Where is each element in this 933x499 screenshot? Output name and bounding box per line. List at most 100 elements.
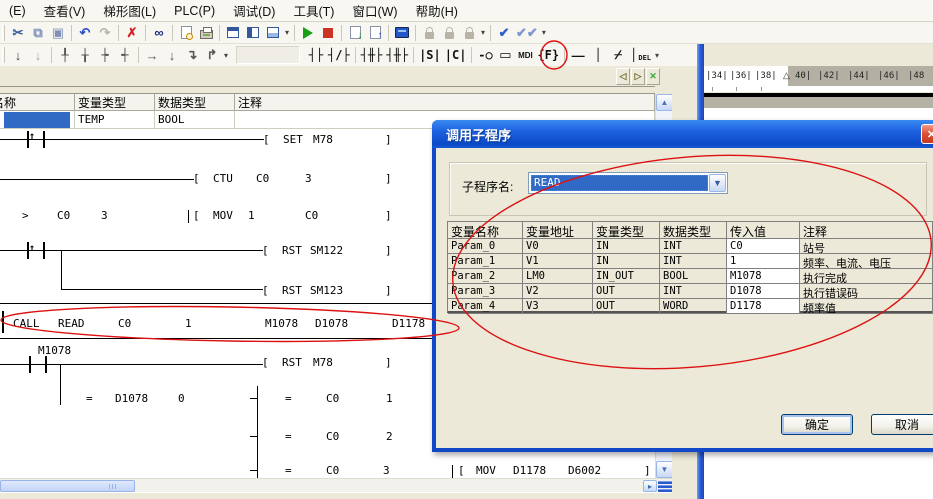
lock-icon[interactable] [419,23,439,43]
parameter-value-input[interactable]: D1078 [727,284,800,299]
box-instruction-icon[interactable]: ▭ [495,45,515,65]
variable-table-cell[interactable] [0,111,75,129]
parameter-value-input[interactable]: C0 [727,239,800,254]
subroutine-name-combobox[interactable]: READ ▼ [528,172,728,194]
parameter-table-cell: 执行完成 [800,269,933,284]
contact-rising-icon[interactable]: ┤╫├ [359,45,385,65]
cut-icon[interactable]: ✂ [8,23,28,43]
find-icon[interactable]: ∞ [149,23,169,43]
ladder-wire [60,364,61,405]
parameter-value-input[interactable]: M1078 [727,269,800,284]
compile-check-icon[interactable]: ✔ [494,23,514,43]
unlock-icon[interactable] [439,23,459,43]
menu-item[interactable]: 工具(T) [284,0,343,22]
parameter-table-cell: 执行错误码 [800,284,933,299]
menu-item[interactable]: 梯形图(L) [94,0,165,22]
delete-line-icon[interactable]: ⌿ [608,45,628,65]
wire-down-right-icon[interactable]: ↴ [182,45,202,65]
lock-partial-icon [465,32,474,39]
ok-button[interactable]: 确定 [781,414,853,435]
junction-up-icon[interactable]: ╀ [55,45,75,65]
monitor-icon[interactable] [392,23,412,43]
ladder-text: 2 [386,430,393,443]
editor-horizontal-scrollbar[interactable]: ▸ [0,478,672,492]
parameter-table-cell: INT [660,239,727,254]
horizontal-scroll-thumb[interactable] [0,480,135,492]
contact-falling-icon[interactable]: ┤╫├ [384,45,410,65]
toolbar-separator [564,47,565,63]
close-pane-button[interactable]: ✕ [646,68,660,85]
menu-item[interactable]: 帮助(H) [407,0,467,22]
variable-table-top-band [0,86,655,94]
view-panel-caret[interactable]: ▾ [283,28,291,37]
plc-programming-app: (E)查看(V)梯形图(L)PLC(P)调试(D)工具(T)窗口(W)帮助(H)… [0,0,933,499]
undo-icon[interactable]: ↶ [75,23,95,43]
copy-icon[interactable]: ⧉ [28,23,48,43]
download-icon[interactable]: ↓ [345,23,365,43]
scroll-right-button[interactable]: ▸ [643,480,657,492]
variable-table-header: 数据类型 [155,94,235,111]
delete-vline-icon[interactable]: │DEL [628,45,653,65]
insert-row-down-icon[interactable]: ↓ [8,45,28,65]
view-panel-left-icon[interactable] [243,23,263,43]
stop-icon[interactable] [318,23,338,43]
menu-item[interactable]: PLC(P) [165,2,224,20]
next-network-button[interactable]: ▷ [631,68,645,85]
set-coil-icon[interactable]: |S| [417,45,443,65]
junction-right-icon[interactable]: ┾ [95,45,115,65]
dialog-title-bar[interactable]: 调用子程序 [432,120,933,148]
ladder-wire [61,250,62,290]
wire-right-icon[interactable]: → [142,45,162,65]
combobox-dropdown-button[interactable]: ▼ [709,174,726,192]
f-key-icon[interactable]: {F} [535,45,561,65]
contact-no-icon[interactable]: ┤├ [306,45,326,65]
upload-icon[interactable]: ↑ [365,23,385,43]
menu-item[interactable]: 窗口(W) [343,0,406,22]
variable-table-cell[interactable]: BOOL [155,111,235,129]
lock-caret[interactable]: ▾ [479,28,487,37]
menu-item[interactable]: 查看(V) [35,0,95,22]
parameter-value-input[interactable]: 1 [727,254,800,269]
print-preview-icon[interactable] [176,23,196,43]
print-icon[interactable] [196,23,216,43]
trend-time-ruler[interactable]: |34||36||38|40||42||44||46||48△ [704,66,933,86]
menu-item[interactable]: (E) [0,2,35,20]
ruler-position-marker[interactable]: △ [783,70,790,81]
ladder-text: ] [385,133,392,146]
mdi-icon[interactable]: MDI [515,45,535,65]
reset-coil-icon[interactable]: |C| [443,45,469,65]
view-panel-bottom-icon[interactable] [263,23,283,43]
compile-caret[interactable]: ▾ [540,28,548,37]
junction-left-icon[interactable]: ┽ [115,45,135,65]
scroll-down-button[interactable]: ▼ [656,461,673,478]
wire-up-right-icon[interactable]: ↱ [202,45,222,65]
junction-down-icon[interactable]: ╁ [75,45,95,65]
pane-splitter-grip[interactable] [658,479,672,493]
compile-all-icon[interactable]: ✔✔ [514,23,540,43]
hline-icon[interactable]: — [568,45,588,65]
combobox-selected-value[interactable]: READ [531,175,708,191]
delete-icon[interactable]: ✗ [122,23,142,43]
menu-item[interactable]: 调试(D) [224,0,284,22]
vline-icon[interactable]: │ [588,45,608,65]
contact-nc-icon[interactable]: ┤/├ [326,45,352,65]
wire-caret[interactable]: ▾ [222,51,230,60]
parameter-value-input[interactable]: D1178 [727,299,800,314]
prev-network-button[interactable]: ◁ [616,68,630,85]
wire-down-icon[interactable]: ↓ [162,45,182,65]
parameter-table-cell: LM0 [523,269,593,284]
line-caret[interactable]: ▾ [653,51,661,60]
scroll-up-button[interactable]: ▲ [656,94,673,111]
redo-icon[interactable]: ↷ [95,23,115,43]
run-icon[interactable] [298,23,318,43]
paste-icon[interactable]: ▣ [48,23,68,43]
output-coil-icon[interactable]: -○ [475,45,495,65]
lock-partial-icon[interactable] [459,23,479,43]
variable-table-cell[interactable]: TEMP [75,111,155,129]
dialog-close-button[interactable]: ✕ [921,124,933,144]
insert-row-down-alt-icon[interactable]: ↓ [28,45,48,65]
print-icon [200,30,213,39]
view-panel-top-icon[interactable] [223,23,243,43]
ladder-text: 1 [386,392,393,405]
cancel-button[interactable]: 取消 [871,414,933,435]
